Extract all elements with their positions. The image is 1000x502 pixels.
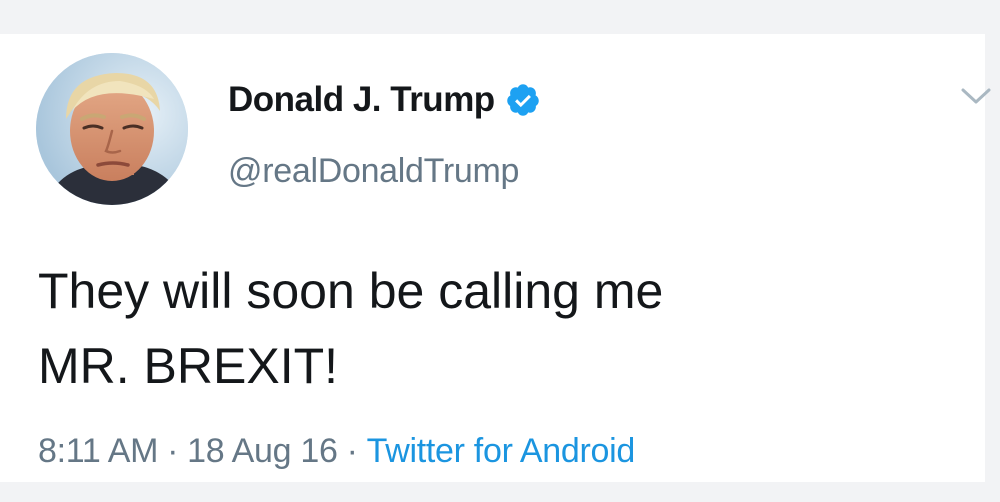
tweet-text: They will soon be calling me MR. BREXIT!: [38, 254, 958, 404]
tweet-time[interactable]: 8:11 AM: [38, 432, 158, 470]
meta-separator: ·: [346, 432, 358, 470]
tweet-meta: 8:11 AM · 18 Aug 16 · Twitter for Android: [38, 432, 635, 471]
meta-separator: ·: [167, 432, 179, 470]
author-handle[interactable]: @realDonaldTrump: [228, 152, 519, 191]
verified-badge-icon: [505, 82, 541, 118]
tweet-text-line: MR. BREXIT!: [38, 338, 339, 394]
author-display-name[interactable]: Donald J. Trump: [228, 80, 495, 120]
screen: Donald J. Trump @realDonaldTrump They wi…: [0, 0, 1000, 502]
avatar[interactable]: [36, 53, 188, 205]
tweet-text-line: They will soon be calling me: [38, 263, 664, 319]
profile-photo-icon: [36, 53, 188, 205]
tweet-source-link[interactable]: Twitter for Android: [367, 432, 636, 470]
tweet-card[interactable]: Donald J. Trump @realDonaldTrump They wi…: [0, 34, 991, 482]
chevron-down-icon[interactable]: [960, 84, 992, 108]
tweet-date[interactable]: 18 Aug 16: [187, 432, 338, 470]
author-name-row[interactable]: Donald J. Trump: [228, 78, 541, 122]
